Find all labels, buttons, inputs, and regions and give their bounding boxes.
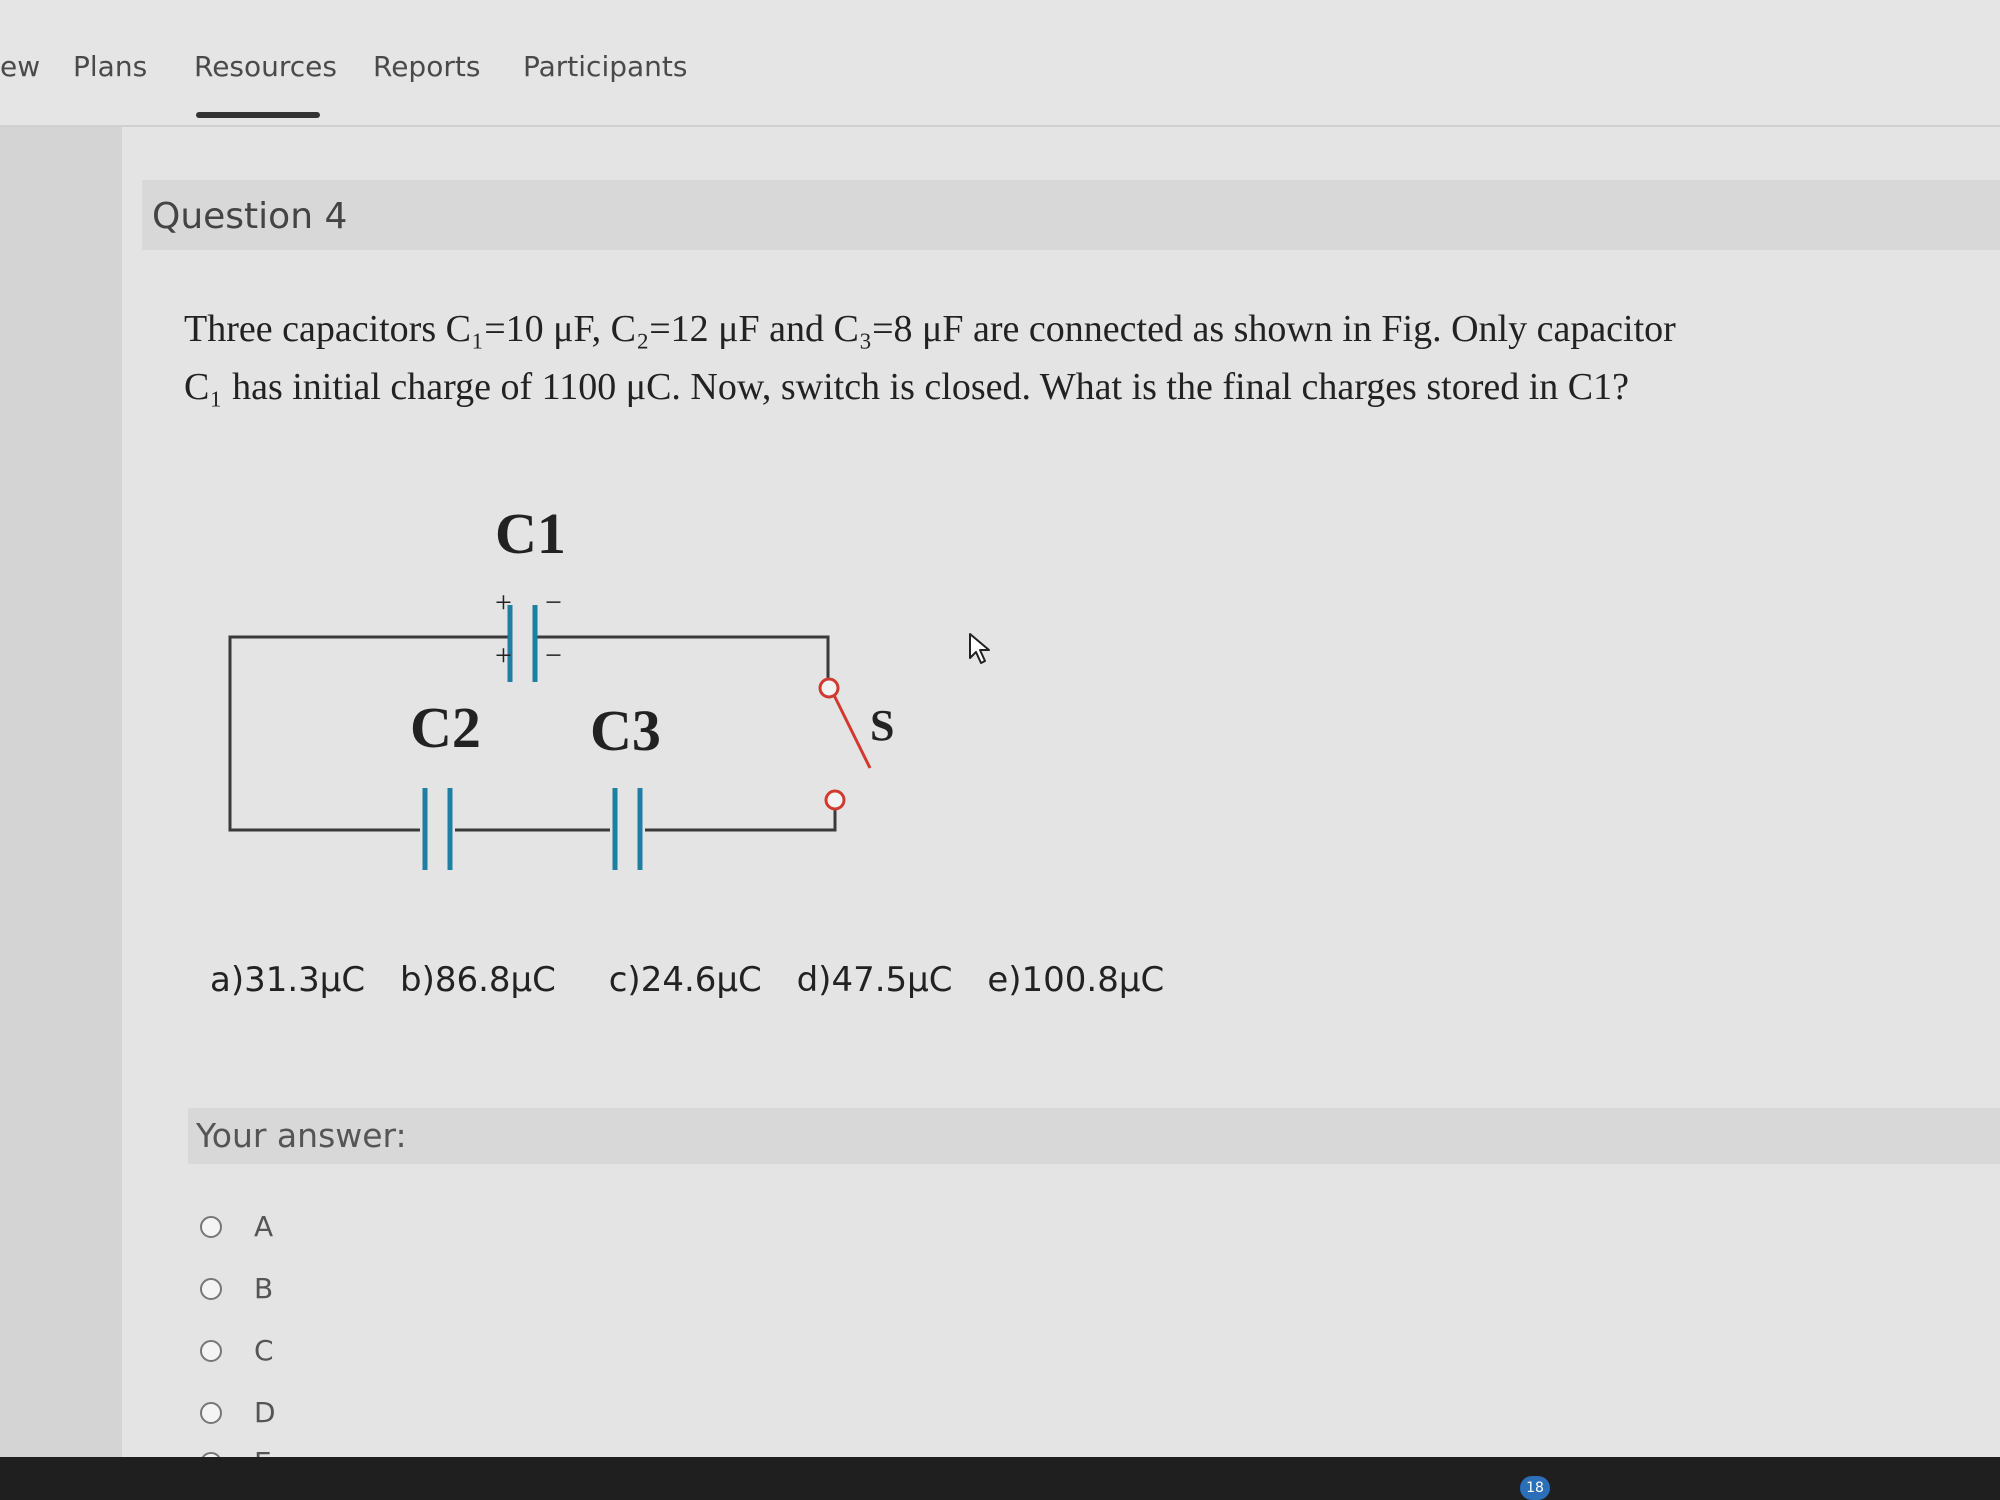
taskbar-notification-badge[interactable]: 18 [1520,1476,1550,1500]
top-navigation: ew Plans Resources Reports Participants [0,0,2000,127]
mouse-pointer-icon [969,633,990,664]
left-margin [0,127,122,1457]
choice-b-label: B [254,1272,274,1305]
c1-label: C1 [495,510,566,566]
circuit-diagram: + + − − C1 C2 C3 S [228,510,894,870]
answer-header [188,1108,2000,1164]
nav-tab-resources[interactable]: Resources [194,50,337,83]
switch-label: S [870,701,894,750]
nav-tab-reports[interactable]: Reports [373,50,480,83]
switch-terminal-top [818,677,840,699]
option-c-text: c)24.6μC [608,960,762,1000]
c2-label: C2 [410,695,481,760]
choice-d-label: D [254,1396,276,1429]
switch-terminal-bottom [824,789,846,811]
capacitor-c3-symbol [612,788,643,870]
c3-label: C3 [590,698,661,763]
switch-arm [829,688,872,769]
question-header [142,180,2000,250]
active-tab-indicator [196,112,320,118]
radio-b[interactable] [200,1278,222,1300]
choice-c-label: C [254,1334,274,1367]
nav-tab-overview[interactable]: ew [0,50,40,83]
capacitor-c1-symbol [507,605,538,682]
option-d-text: d)47.5μC [796,960,953,1000]
answer-options-text: a)31.3μC b)86.8μC c)24.6μC d)47.5μC e)10… [210,960,1188,1000]
taskbar [0,1457,2000,1500]
radio-c[interactable] [200,1340,222,1362]
c1-minus-top: − [545,586,562,619]
c1-minus-bottom: − [545,639,562,672]
question-text: Three capacitors C₁=10 μF, C₂=12 μF and … [184,308,1676,408]
radio-d[interactable] [200,1402,222,1424]
nav-tab-plans[interactable]: Plans [73,50,147,83]
capacitor-c2-symbol [422,788,453,870]
option-a-text: a)31.3μC [210,960,366,1000]
nav-tab-participants[interactable]: Participants [523,50,687,83]
option-e-text: e)100.8μC [987,960,1165,1000]
your-answer-label: Your answer: [196,1116,407,1155]
option-b-text: b)86.8μC [400,960,556,1000]
c1-plus-bottom: + [495,639,512,672]
c1-plus-top: + [495,586,512,619]
question-title: Question 4 [152,196,348,237]
choice-a-label: A [254,1210,274,1243]
radio-a[interactable] [200,1216,222,1238]
